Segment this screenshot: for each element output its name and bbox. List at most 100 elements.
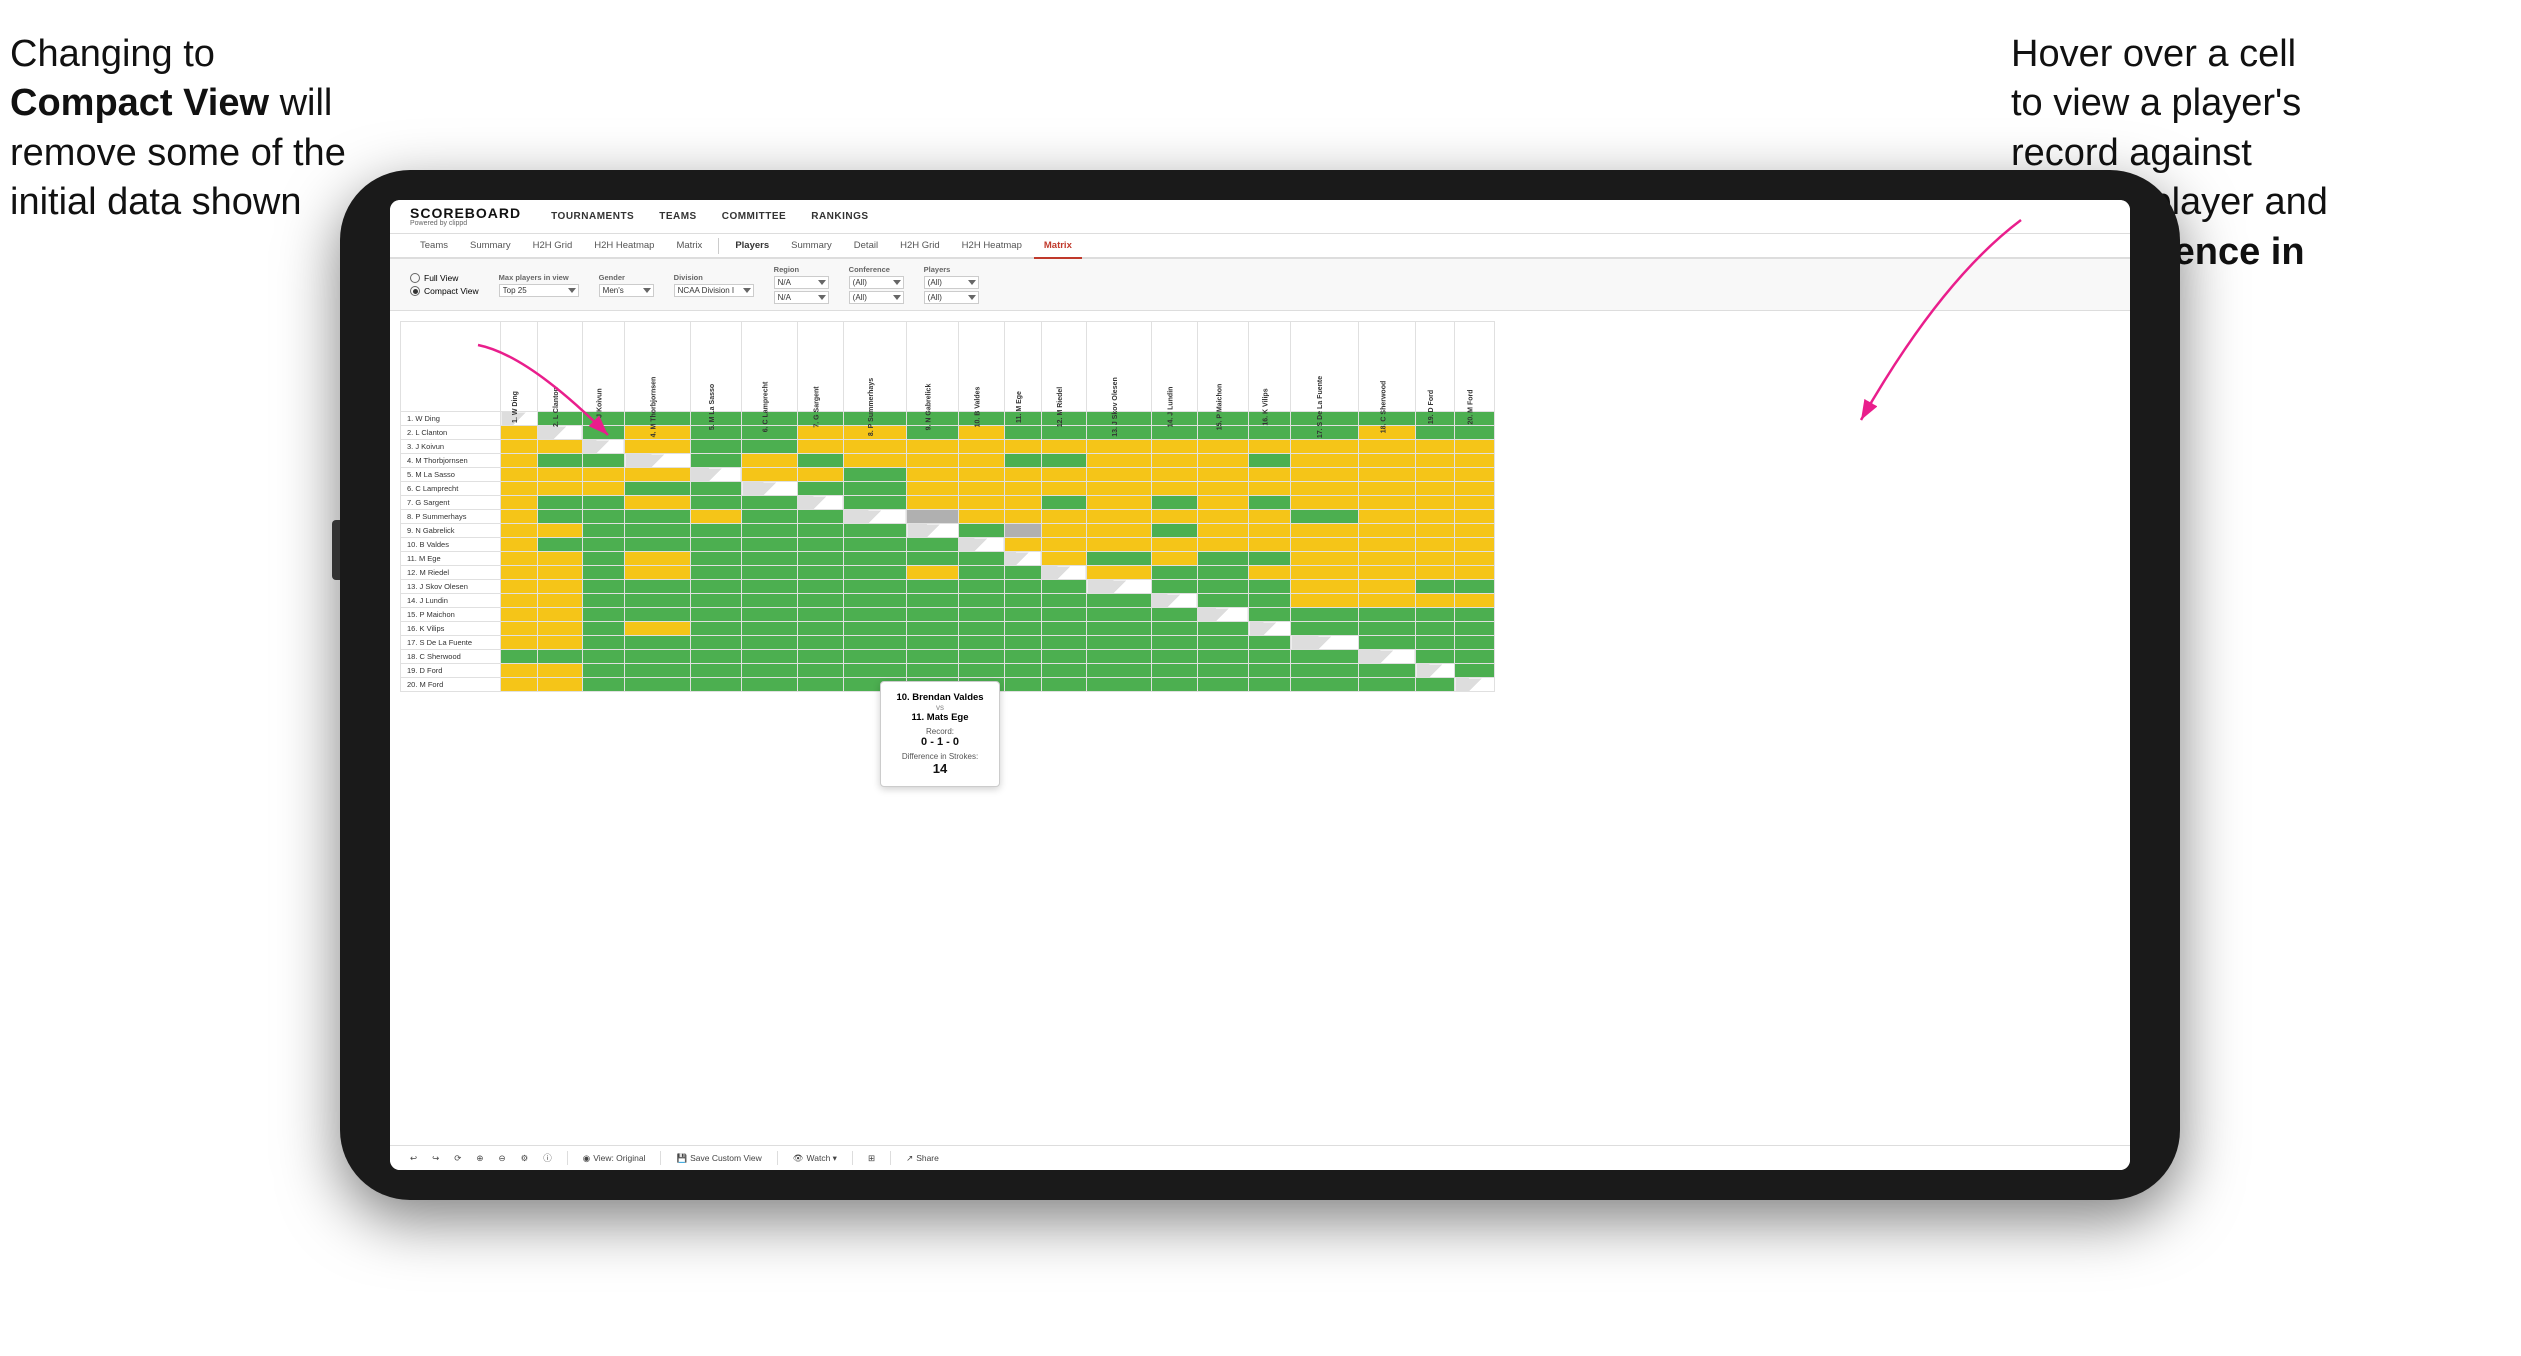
matrix-cell-12-1[interactable] <box>537 580 582 594</box>
matrix-cell-4-6[interactable] <box>797 468 843 482</box>
matrix-cell-1-18[interactable] <box>1416 426 1455 440</box>
matrix-cell-14-19[interactable] <box>1455 608 1495 622</box>
matrix-cell-14-8[interactable] <box>907 608 959 622</box>
matrix-cell-6-8[interactable] <box>907 496 959 510</box>
matrix-cell-18-8[interactable] <box>907 664 959 678</box>
matrix-cell-18-14[interactable] <box>1197 664 1249 678</box>
matrix-container[interactable]: 1. W Ding2. L Clanton3. J Koivun4. M Tho… <box>390 311 2130 1145</box>
matrix-cell-8-12[interactable] <box>1087 524 1152 538</box>
info-button[interactable]: ⓘ <box>543 1152 552 1164</box>
matrix-cell-14-4[interactable] <box>690 608 741 622</box>
matrix-cell-4-14[interactable] <box>1197 468 1249 482</box>
matrix-cell-11-5[interactable] <box>742 566 798 580</box>
matrix-cell-19-6[interactable] <box>797 678 843 692</box>
matrix-cell-6-7[interactable] <box>843 496 906 510</box>
matrix-cell-12-17[interactable] <box>1358 580 1416 594</box>
matrix-cell-3-3[interactable] <box>625 454 691 468</box>
tab-summary-2[interactable]: Summary <box>781 234 842 259</box>
matrix-cell-2-4[interactable] <box>690 440 741 454</box>
matrix-cell-8-1[interactable] <box>537 524 582 538</box>
matrix-cell-3-1[interactable] <box>537 454 582 468</box>
matrix-cell-3-19[interactable] <box>1455 454 1495 468</box>
matrix-cell-14-15[interactable] <box>1249 608 1291 622</box>
matrix-cell-5-13[interactable] <box>1151 482 1197 496</box>
matrix-cell-14-16[interactable] <box>1291 608 1358 622</box>
tab-summary-1[interactable]: Summary <box>460 234 521 259</box>
matrix-cell-11-6[interactable] <box>797 566 843 580</box>
matrix-cell-5-12[interactable] <box>1087 482 1152 496</box>
tab-teams[interactable]: Teams <box>410 234 458 259</box>
matrix-cell-10-0[interactable] <box>501 552 538 566</box>
matrix-cell-16-3[interactable] <box>625 636 691 650</box>
matrix-cell-3-16[interactable] <box>1291 454 1358 468</box>
matrix-cell-5-18[interactable] <box>1416 482 1455 496</box>
matrix-cell-16-7[interactable] <box>843 636 906 650</box>
matrix-cell-5-15[interactable] <box>1249 482 1291 496</box>
matrix-cell-5-11[interactable] <box>1041 482 1086 496</box>
matrix-cell-18-9[interactable] <box>958 664 1004 678</box>
matrix-cell-1-13[interactable] <box>1151 426 1197 440</box>
matrix-cell-6-6[interactable] <box>797 496 843 510</box>
matrix-cell-3-2[interactable] <box>582 454 624 468</box>
matrix-cell-18-18[interactable] <box>1416 664 1455 678</box>
matrix-cell-16-1[interactable] <box>537 636 582 650</box>
matrix-cell-18-4[interactable] <box>690 664 741 678</box>
matrix-cell-3-5[interactable] <box>742 454 798 468</box>
matrix-cell-13-12[interactable] <box>1087 594 1152 608</box>
matrix-cell-9-10[interactable] <box>1004 538 1041 552</box>
matrix-cell-17-3[interactable] <box>625 650 691 664</box>
matrix-cell-11-16[interactable] <box>1291 566 1358 580</box>
matrix-cell-2-7[interactable] <box>843 440 906 454</box>
matrix-cell-14-5[interactable] <box>742 608 798 622</box>
matrix-cell-6-11[interactable] <box>1041 496 1086 510</box>
matrix-cell-8-8[interactable] <box>907 524 959 538</box>
tab-h2h-grid-1[interactable]: H2H Grid <box>523 234 583 259</box>
watch-button[interactable]: 👁 Watch ▾ <box>793 1153 837 1164</box>
matrix-cell-9-13[interactable] <box>1151 538 1197 552</box>
matrix-cell-9-2[interactable] <box>582 538 624 552</box>
matrix-cell-10-6[interactable] <box>797 552 843 566</box>
matrix-cell-10-3[interactable] <box>625 552 691 566</box>
matrix-cell-12-16[interactable] <box>1291 580 1358 594</box>
matrix-cell-19-12[interactable] <box>1087 678 1152 692</box>
matrix-cell-5-0[interactable] <box>501 482 538 496</box>
matrix-cell-16-0[interactable] <box>501 636 538 650</box>
matrix-cell-9-8[interactable] <box>907 538 959 552</box>
matrix-cell-15-10[interactable] <box>1004 622 1041 636</box>
matrix-cell-0-15[interactable] <box>1249 412 1291 426</box>
matrix-cell-6-1[interactable] <box>537 496 582 510</box>
matrix-cell-11-10[interactable] <box>1004 566 1041 580</box>
matrix-cell-3-4[interactable] <box>690 454 741 468</box>
matrix-cell-3-0[interactable] <box>501 454 538 468</box>
matrix-cell-10-18[interactable] <box>1416 552 1455 566</box>
matrix-cell-19-14[interactable] <box>1197 678 1249 692</box>
matrix-cell-7-3[interactable] <box>625 510 691 524</box>
matrix-cell-5-8[interactable] <box>907 482 959 496</box>
matrix-cell-15-4[interactable] <box>690 622 741 636</box>
matrix-cell-19-16[interactable] <box>1291 678 1358 692</box>
matrix-cell-17-11[interactable] <box>1041 650 1086 664</box>
matrix-cell-3-17[interactable] <box>1358 454 1416 468</box>
matrix-cell-1-2[interactable] <box>582 426 624 440</box>
matrix-cell-18-12[interactable] <box>1087 664 1152 678</box>
matrix-cell-11-2[interactable] <box>582 566 624 580</box>
matrix-cell-18-1[interactable] <box>537 664 582 678</box>
matrix-cell-10-2[interactable] <box>582 552 624 566</box>
matrix-cell-15-11[interactable] <box>1041 622 1086 636</box>
matrix-cell-2-16[interactable] <box>1291 440 1358 454</box>
matrix-cell-2-19[interactable] <box>1455 440 1495 454</box>
matrix-cell-14-18[interactable] <box>1416 608 1455 622</box>
matrix-cell-14-3[interactable] <box>625 608 691 622</box>
matrix-cell-16-15[interactable] <box>1249 636 1291 650</box>
matrix-cell-14-0[interactable] <box>501 608 538 622</box>
matrix-cell-19-17[interactable] <box>1358 678 1416 692</box>
matrix-cell-17-15[interactable] <box>1249 650 1291 664</box>
matrix-cell-8-6[interactable] <box>797 524 843 538</box>
matrix-cell-19-19[interactable] <box>1455 678 1495 692</box>
matrix-cell-6-12[interactable] <box>1087 496 1152 510</box>
matrix-cell-7-17[interactable] <box>1358 510 1416 524</box>
matrix-cell-2-3[interactable] <box>625 440 691 454</box>
matrix-cell-16-18[interactable] <box>1416 636 1455 650</box>
matrix-cell-3-11[interactable] <box>1041 454 1086 468</box>
matrix-cell-15-8[interactable] <box>907 622 959 636</box>
